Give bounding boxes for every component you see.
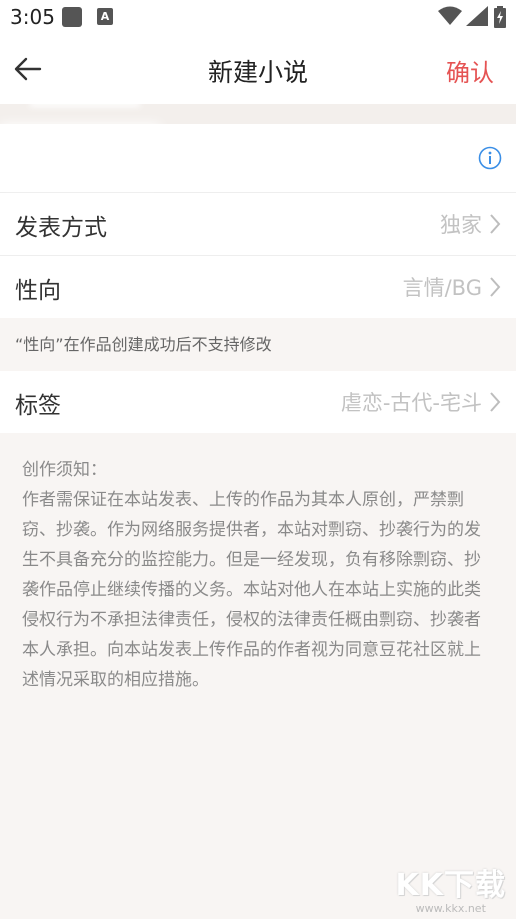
publish-method-value: 独家 — [440, 213, 482, 237]
confirm-button[interactable]: 确认 — [446, 53, 494, 88]
title-input-area[interactable] — [0, 101, 516, 124]
orientation-label: 性向 — [15, 278, 61, 304]
tags-row[interactable]: 标签 虐恋-古代-宅斗 — [0, 371, 516, 433]
orientation-value: 言情/BG — [402, 276, 482, 300]
publish-method-row[interactable]: 发表方式 独家 — [0, 193, 516, 256]
a-notification-icon: A — [97, 8, 113, 25]
tags-label: 标签 — [15, 393, 61, 419]
status-bar: 3:05 A — [0, 0, 516, 34]
watermark: KK下载 www.kkx.net — [396, 860, 507, 915]
publish-method-label: 发表方式 — [15, 215, 107, 241]
notice-body: 作者需保证在本站发表、上传的作品为其本人原创，严禁剽窃、抄袭。作为网络服务提供者… — [22, 490, 481, 690]
square-notification-icon — [62, 7, 82, 27]
creation-notice: 创作须知： 作者需保证在本站发表、上传的作品为其本人原创，严禁剽窃、抄袭。作为网… — [22, 455, 496, 695]
description-input-row[interactable] — [0, 124, 516, 193]
status-time: 3:05 — [10, 5, 55, 29]
info-icon[interactable] — [478, 146, 502, 170]
chevron-right-icon — [490, 277, 501, 297]
tags-value: 虐恋-古代-宅斗 — [340, 391, 482, 415]
orientation-hint: “性向”在作品创建成功后不支持修改 — [15, 335, 272, 354]
wifi-icon — [438, 6, 462, 25]
page-title: 新建小说 — [207, 58, 308, 87]
watermark-text: KK下载 — [395, 868, 506, 903]
battery-icon — [494, 6, 506, 28]
chevron-right-icon — [490, 214, 501, 234]
orientation-row[interactable]: 性向 言情/BG — [0, 256, 516, 318]
notice-title: 创作须知： — [22, 460, 107, 480]
chevron-right-icon — [490, 392, 501, 412]
signal-icon — [466, 6, 488, 26]
title-bar: 新建小说 确认 — [0, 34, 516, 105]
